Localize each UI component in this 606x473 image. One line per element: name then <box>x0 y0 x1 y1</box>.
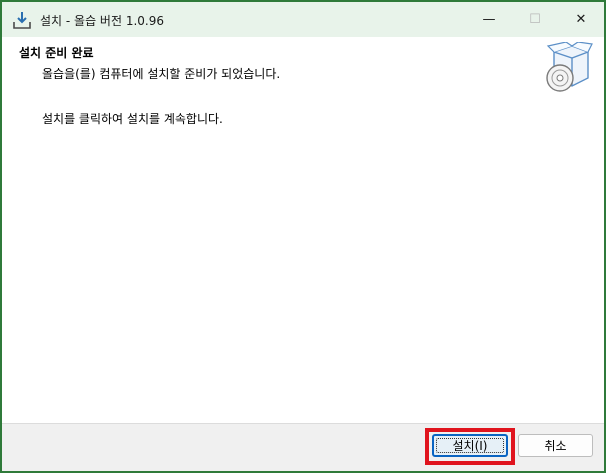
installer-window: 설치 - 올습 버전 1.0.96 — ☐ ✕ 설치 준비 완료 올습을(를) … <box>0 0 606 473</box>
install-instruction: 설치를 클릭하여 설치를 계속합니다. <box>42 112 223 126</box>
maximize-button[interactable]: ☐ <box>512 2 558 37</box>
install-download-icon <box>12 11 32 31</box>
wizard-footer <box>2 423 604 471</box>
minimize-button[interactable]: — <box>466 2 512 37</box>
page-subtitle: 올습을(를) 컴퓨터에 설치할 준비가 되었습니다. <box>42 67 281 81</box>
window-title: 설치 - 올습 버전 1.0.96 <box>40 14 164 28</box>
title-bar[interactable]: 설치 - 올습 버전 1.0.96 — ☐ ✕ <box>2 2 604 37</box>
software-box-cd-icon <box>544 41 594 94</box>
page-title: 설치 준비 완료 <box>19 46 94 60</box>
minimize-icon: — <box>482 12 496 27</box>
close-button[interactable]: ✕ <box>558 2 604 37</box>
cancel-button[interactable]: 취소 <box>518 434 593 457</box>
close-icon: ✕ <box>575 12 587 27</box>
cancel-button-label: 취소 <box>544 439 567 453</box>
install-button[interactable]: 설치(I) <box>432 434 508 457</box>
focus-ring <box>436 438 504 453</box>
maximize-icon: ☐ <box>529 12 541 27</box>
